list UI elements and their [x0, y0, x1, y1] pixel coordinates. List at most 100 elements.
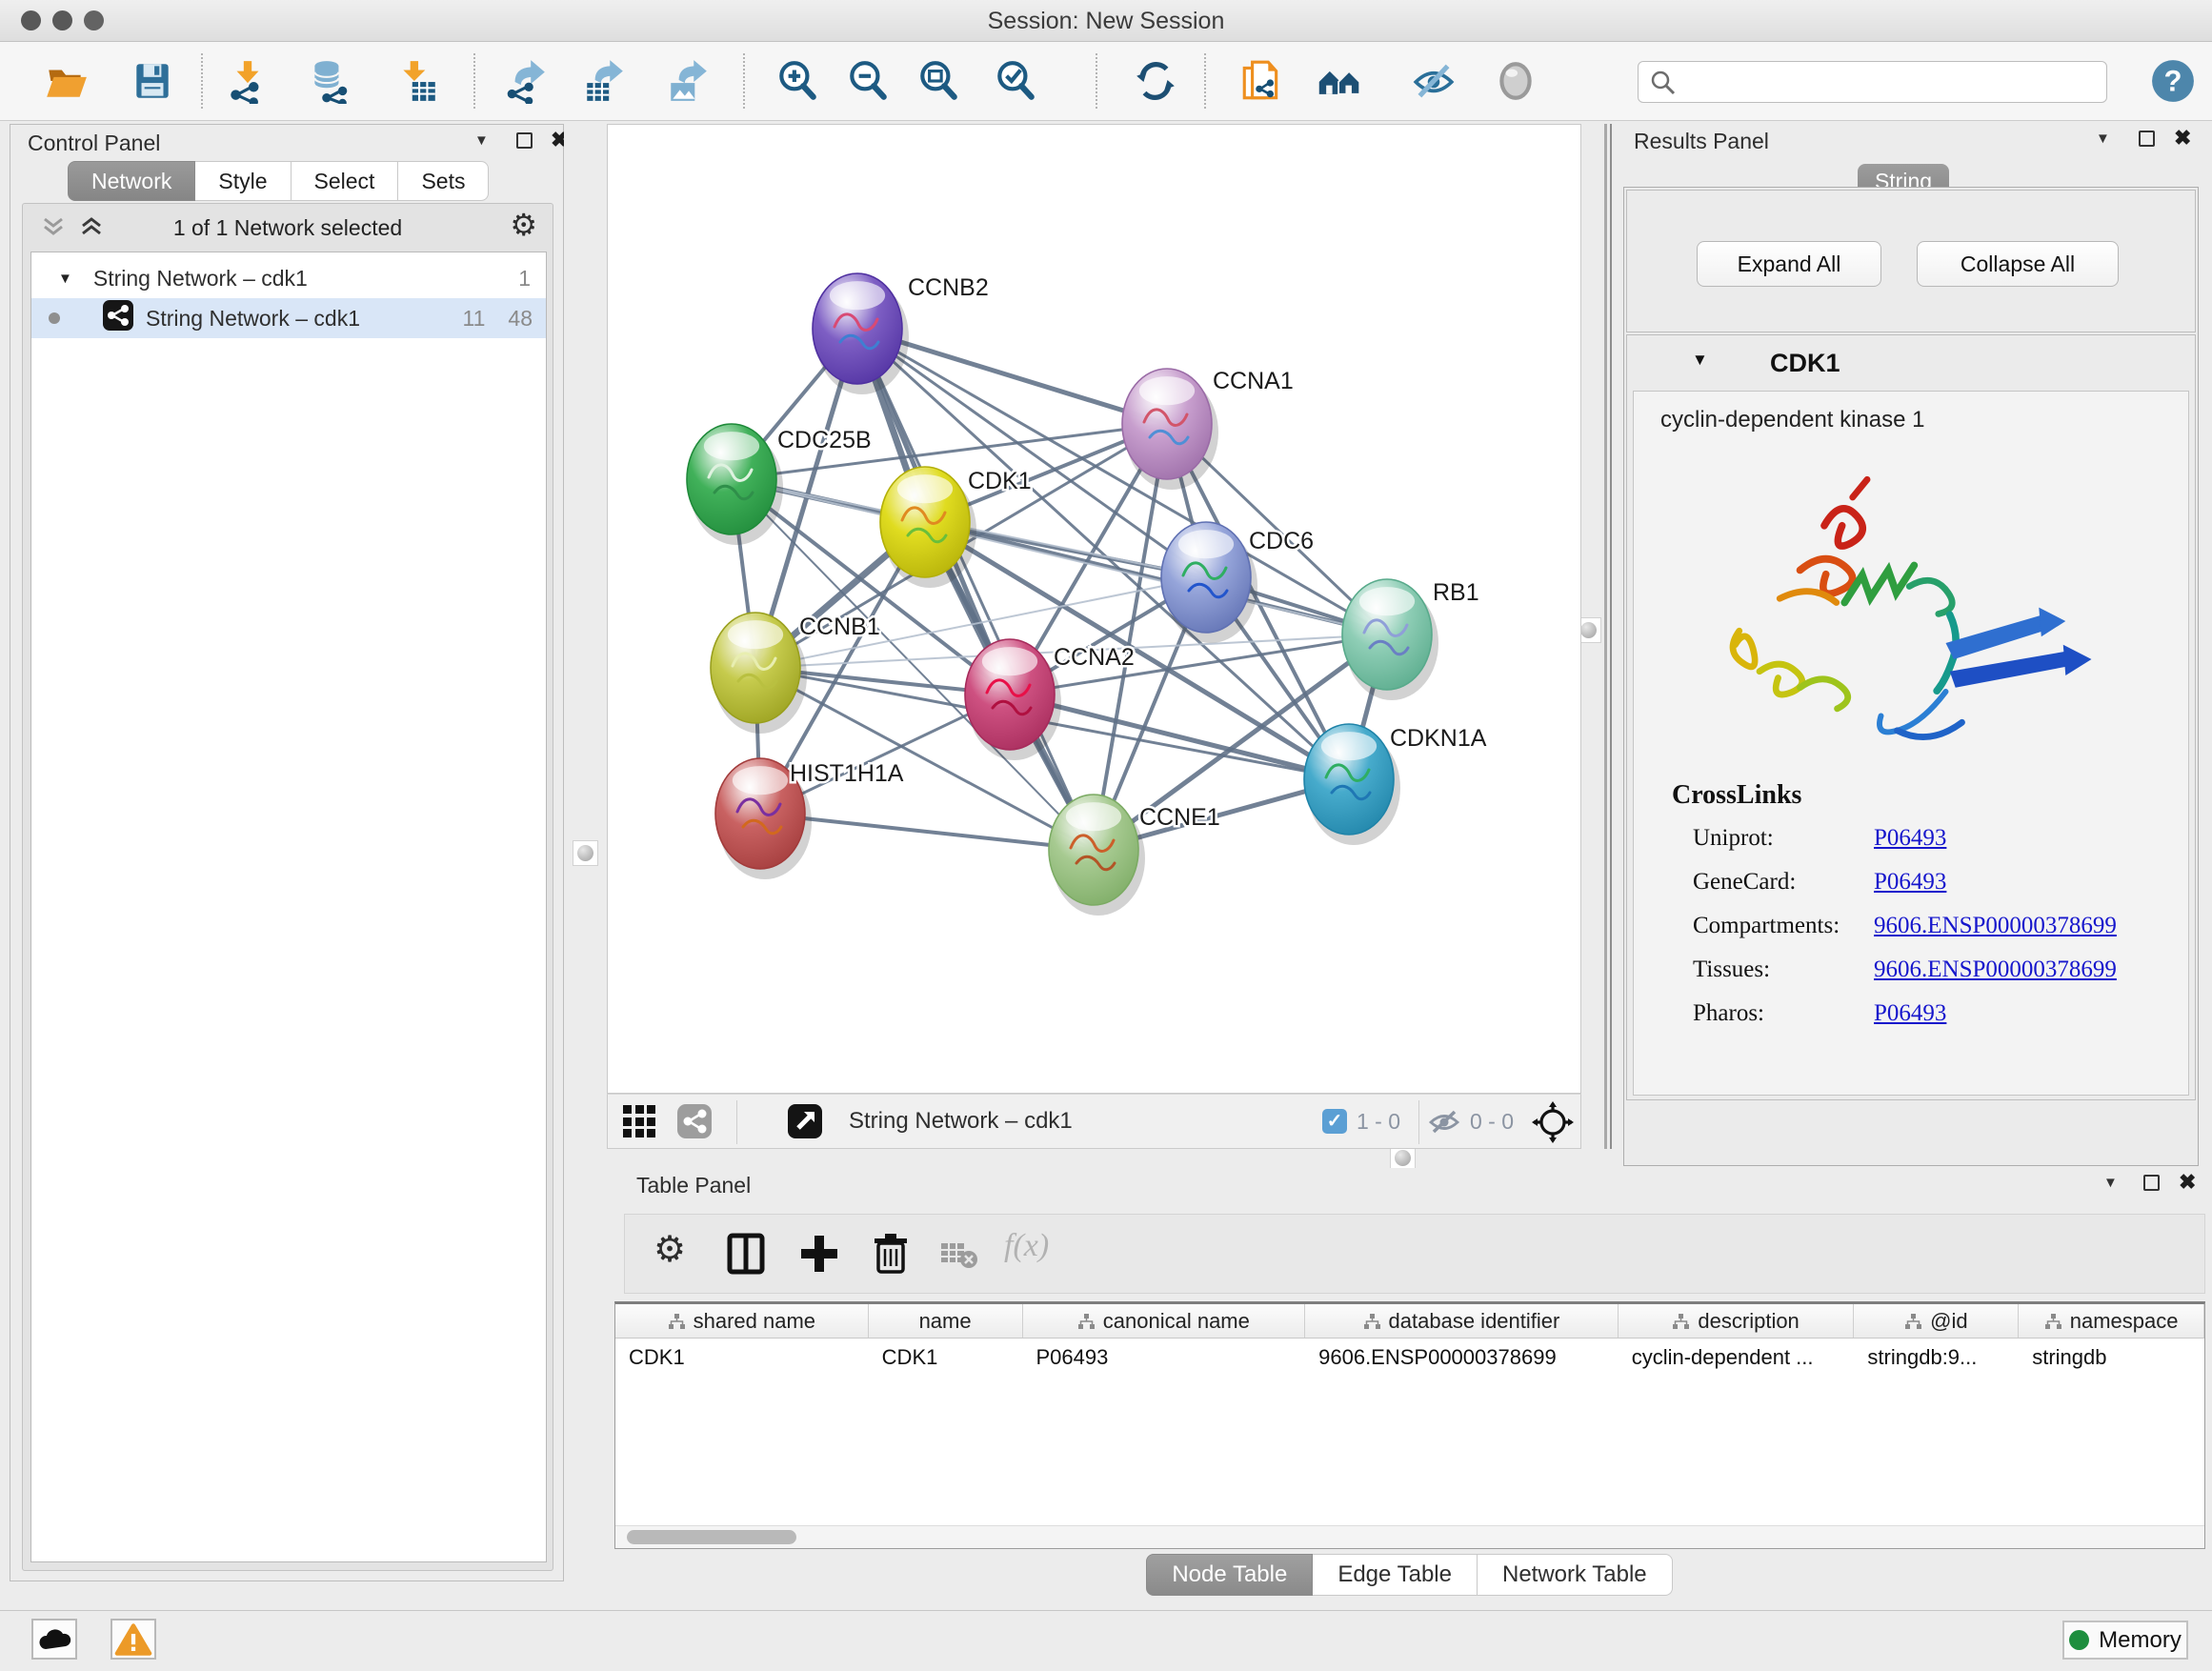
hscrollbar-thumb[interactable]	[627, 1530, 796, 1544]
column-header--id[interactable]: @id	[1854, 1304, 2019, 1338]
column-header-database-identifier[interactable]: database identifier	[1305, 1304, 1619, 1338]
network-node-CDK1[interactable]	[880, 467, 976, 588]
table-cell[interactable]: 9606.ENSP00000378699	[1305, 1339, 1619, 1377]
tab-style[interactable]: Style	[195, 161, 291, 201]
bottom-splitter-handle[interactable]	[1390, 1145, 1416, 1171]
network-canvas[interactable]: CCNB2CCNA1CDC25BCDK1CDC6RB1CCNB1CCNA2CDK…	[607, 124, 1581, 1094]
export-network-icon[interactable]	[503, 58, 549, 104]
column-header-namespace[interactable]: namespace	[2019, 1304, 2204, 1338]
tree-expand-icon[interactable]: ▼	[58, 271, 72, 287]
network-node-CDC6[interactable]	[1161, 522, 1257, 643]
memory-button[interactable]: Memory	[2062, 1621, 2188, 1660]
zoom-in-icon[interactable]	[774, 58, 820, 104]
column-header-shared-name[interactable]: shared name	[615, 1304, 869, 1338]
tab-select[interactable]: Select	[292, 161, 399, 201]
crosslink-link[interactable]: P06493	[1874, 825, 1946, 852]
table-panel-close-icon[interactable]: ✖	[2179, 1170, 2196, 1195]
search-input[interactable]	[1682, 64, 2092, 100]
expand-all-button[interactable]: Expand All	[1697, 241, 1881, 287]
control-panel-menu-icon[interactable]: ▼	[474, 132, 489, 149]
table-row[interactable]: CDK1CDK1P064939606.ENSP00000378699cyclin…	[615, 1339, 2204, 1377]
network-node-RB1[interactable]	[1342, 579, 1438, 700]
network-node-CCNE1[interactable]	[1049, 795, 1145, 916]
crosslink-link[interactable]: 9606.ENSP00000378699	[1874, 913, 2117, 939]
cloud-button[interactable]	[31, 1619, 77, 1660]
network-node-CDKN1A[interactable]	[1304, 724, 1400, 845]
add-column-icon[interactable]	[798, 1232, 840, 1280]
grid-view-icon[interactable]	[623, 1105, 655, 1137]
network-row[interactable]: String Network – cdk1 11 48	[31, 298, 546, 338]
column-header-name[interactable]: name	[869, 1304, 1023, 1338]
results-panel-close-icon[interactable]: ✖	[2174, 126, 2191, 151]
network-collection-row[interactable]: ▼ String Network – cdk1 1	[31, 258, 546, 298]
crosslink-link[interactable]: P06493	[1874, 1000, 1946, 1027]
show-all-icon	[1493, 58, 1538, 104]
open-session-icon[interactable]	[43, 58, 89, 104]
tab-node-table[interactable]: Node Table	[1146, 1554, 1313, 1596]
show-columns-icon[interactable]	[725, 1232, 767, 1280]
right-splitter[interactable]	[1581, 124, 1619, 1168]
network-node-CCNB1[interactable]	[711, 613, 807, 734]
table-cell[interactable]: CDK1	[615, 1339, 869, 1377]
cdk1-section-header[interactable]: ▼ CDK1	[1627, 335, 2195, 389]
hidden-stat: 0 - 0	[1470, 1109, 1514, 1135]
zoom-selected-icon[interactable]	[993, 58, 1038, 104]
node-label-CDK1: CDK1	[968, 468, 1032, 494]
export-table-icon[interactable]	[581, 58, 627, 104]
table-header-row: shared namenamecanonical namedatabase id…	[615, 1304, 2204, 1339]
column-header-canonical-name[interactable]: canonical name	[1023, 1304, 1306, 1338]
results-panel-float-icon[interactable]	[2139, 131, 2155, 147]
import-network-file-icon[interactable]	[225, 58, 271, 104]
table-hscrollbar[interactable]	[615, 1525, 2204, 1548]
network-options-gear-icon[interactable]: ⚙	[510, 210, 537, 240]
results-panel-menu-icon[interactable]: ▼	[2096, 131, 2110, 147]
network-graph[interactable]: CCNB2CCNA1CDC25BCDK1CDC6RB1CCNB1CCNA2CDK…	[608, 125, 1582, 1093]
table-cell[interactable]: P06493	[1022, 1339, 1305, 1377]
collapse-all-button[interactable]: Collapse All	[1917, 241, 2119, 287]
table-gear-icon[interactable]: ⚙	[654, 1232, 686, 1268]
save-session-icon[interactable]	[130, 58, 175, 104]
share-view-icon[interactable]	[676, 1103, 713, 1144]
cloud-icon	[37, 1626, 71, 1653]
tab-network-table[interactable]: Network Table	[1478, 1554, 1673, 1596]
warning-button[interactable]	[111, 1619, 156, 1660]
network-node-CCNA1[interactable]	[1122, 369, 1218, 490]
control-panel-float-icon[interactable]	[516, 132, 533, 149]
search-field[interactable]	[1638, 61, 2107, 103]
column-header-description[interactable]: description	[1619, 1304, 1855, 1338]
refresh-icon[interactable]	[1133, 58, 1178, 104]
home-icon[interactable]	[1317, 58, 1370, 104]
section-collapse-icon[interactable]: ▼	[1692, 351, 1708, 370]
table-cell[interactable]: stringdb	[2019, 1339, 2204, 1377]
network-node-CDC25B[interactable]	[687, 424, 783, 545]
tab-sets[interactable]: Sets	[398, 161, 489, 201]
node-label-CCNA2: CCNA2	[1054, 644, 1135, 671]
table-cell[interactable]: CDK1	[869, 1339, 1023, 1377]
network-node-CCNB2[interactable]	[813, 273, 909, 394]
selected-checkbox-icon[interactable]: ✓	[1322, 1109, 1347, 1134]
hide-selected-icon[interactable]	[1411, 58, 1457, 104]
node-label-CDC6: CDC6	[1249, 528, 1314, 554]
crosslink-link[interactable]: 9606.ENSP00000378699	[1874, 956, 2117, 983]
zoom-out-icon[interactable]	[845, 58, 891, 104]
network-node-CCNA2[interactable]	[965, 639, 1061, 760]
import-network-database-icon[interactable]	[306, 58, 352, 104]
tab-edge-table[interactable]: Edge Table	[1313, 1554, 1478, 1596]
import-table-icon[interactable]	[394, 58, 440, 104]
left-splitter[interactable]	[564, 124, 607, 1581]
table-cell[interactable]: stringdb:9...	[1854, 1339, 2019, 1377]
table-cell[interactable]: cyclin-dependent ...	[1619, 1339, 1855, 1377]
export-image-icon[interactable]	[665, 58, 711, 104]
help-icon[interactable]: ?	[2150, 58, 2196, 104]
tab-network[interactable]: Network	[68, 161, 195, 201]
open-external-window-icon[interactable]	[787, 1103, 823, 1144]
crosslink-link[interactable]: P06493	[1874, 869, 1946, 896]
table-panel-float-icon[interactable]	[2143, 1175, 2160, 1191]
fit-selected-crosshair-icon[interactable]	[1532, 1101, 1574, 1148]
left-splitter-handle[interactable]	[573, 840, 598, 866]
table-toolbar: ⚙ f(x)	[624, 1214, 2205, 1294]
zoom-fit-icon[interactable]	[915, 58, 961, 104]
table-panel-menu-icon[interactable]: ▼	[2103, 1175, 2118, 1191]
delete-column-icon[interactable]	[871, 1232, 911, 1280]
annotation-icon[interactable]	[1238, 58, 1284, 104]
